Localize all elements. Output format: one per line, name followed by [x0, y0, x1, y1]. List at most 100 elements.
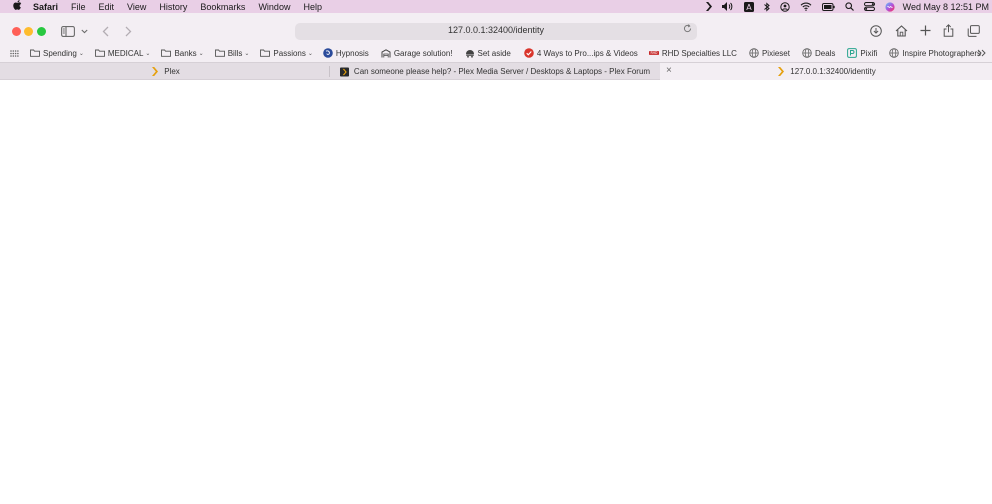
bookmark-4-ways[interactable]: 4 Ways to Pro...ips & Videos — [524, 48, 638, 58]
sidebar-menu-chevron-icon[interactable] — [80, 26, 88, 36]
close-tab-icon[interactable]: × — [666, 65, 672, 76]
forward-button-icon[interactable] — [123, 25, 133, 37]
chevron-down-icon: ⌄ — [78, 50, 84, 57]
menu-window[interactable]: Window — [258, 2, 290, 12]
tab-bar: Plex Can someone please help? - Plex Med… — [0, 62, 992, 80]
siri-icon[interactable] — [885, 0, 895, 13]
bookmark-label: Spending — [43, 48, 77, 58]
tab-overview-icon[interactable] — [966, 24, 980, 37]
bookmark-label: Passions — [273, 48, 306, 58]
garage-site-icon — [381, 48, 391, 58]
chevron-down-icon: ⌄ — [307, 50, 313, 57]
menu-bookmarks[interactable]: Bookmarks — [200, 2, 245, 12]
tab-title: Plex — [164, 67, 180, 76]
menu-history[interactable]: History — [159, 2, 187, 12]
bookmark-label: Garage solution! — [393, 48, 453, 58]
bookmark-label: Inspire Photographers — [902, 48, 982, 58]
spotlight-search-icon[interactable] — [844, 0, 854, 13]
bookmark-label: RHD Specialties LLC — [661, 48, 737, 58]
bluetooth-icon[interactable] — [763, 0, 770, 13]
folder-icon — [214, 48, 225, 58]
bookmark-folder-spending[interactable]: Spending ⌄ — [30, 48, 84, 58]
bookmark-folder-passions[interactable]: Passions ⌄ — [260, 48, 313, 58]
menu-file[interactable]: File — [71, 2, 86, 12]
set-aside-site-icon — [465, 48, 475, 58]
bookmark-folder-banks[interactable]: Banks ⌄ — [161, 48, 204, 58]
apple-menu-icon[interactable] — [11, 0, 23, 13]
bookmark-folder-medical[interactable]: MEDICAL ⌄ — [94, 48, 151, 58]
chevron-down-icon: ⌄ — [198, 50, 204, 57]
window-close-button[interactable] — [12, 27, 21, 36]
bookmark-label: Set aside — [477, 48, 511, 58]
svg-text:RHD: RHD — [650, 51, 658, 55]
web-content-area[interactable] — [0, 80, 992, 504]
apps-grid-icon[interactable] — [9, 48, 19, 58]
bookmark-label: Pixifi — [860, 48, 878, 58]
hypnosis-site-icon — [323, 48, 333, 58]
sidebar-toggle-icon[interactable] — [60, 25, 75, 37]
bookmark-label: MEDICAL — [107, 48, 144, 58]
plex-chevron-icon — [776, 67, 785, 77]
downloads-icon[interactable] — [869, 24, 882, 37]
tab-title: 127.0.0.1:32400/identity — [790, 67, 876, 76]
folder-icon — [30, 48, 40, 58]
bookmark-label: Hypnosis — [335, 48, 369, 58]
bookmark-set-aside[interactable]: Set aside — [465, 48, 511, 58]
bookmark-hypnosis[interactable]: Hypnosis — [323, 48, 369, 58]
tab-plex[interactable]: Plex — [0, 63, 330, 80]
new-tab-plus-icon[interactable] — [919, 24, 932, 37]
vpn-status-icon[interactable] — [779, 0, 790, 13]
plex-chevron-icon — [150, 67, 159, 77]
macos-menu-bar: Safari File Edit View History Bookmarks … — [0, 0, 992, 13]
bookmark-garage-solution[interactable]: Garage solution! — [381, 48, 453, 58]
bookmark-rhd-specialties[interactable]: RHD RHD Specialties LLC — [648, 48, 737, 58]
menubar-clock[interactable]: Wed May 8 12:51 PM — [903, 2, 989, 12]
tab-plex-forum[interactable]: Can someone please help? - Plex Media Se… — [330, 63, 660, 80]
more-bookmarks-chevron-icon[interactable] — [976, 48, 986, 58]
address-bar[interactable]: 127.0.0.1:32400/identity — [295, 23, 697, 40]
bookmark-folder-bills[interactable]: Bills ⌄ — [214, 48, 250, 58]
checkmark-site-icon — [524, 48, 534, 58]
globe-icon — [749, 48, 759, 58]
menu-view[interactable]: View — [127, 2, 146, 12]
bookmark-pixifi[interactable]: Pixifi — [847, 48, 877, 58]
bookmark-label: Pixieset — [761, 48, 790, 58]
chevron-down-icon: ⌄ — [244, 50, 250, 57]
window-zoom-button[interactable] — [37, 27, 46, 36]
wifi-icon[interactable] — [800, 0, 812, 13]
folder-icon — [161, 48, 172, 58]
globe-icon — [889, 48, 900, 58]
home-icon[interactable] — [894, 24, 908, 37]
battery-icon[interactable] — [821, 0, 835, 13]
tab-identity[interactable]: × 127.0.0.1:32400/identity — [660, 63, 992, 80]
plex-status-icon[interactable] — [705, 0, 712, 13]
pixifi-site-icon — [847, 48, 858, 58]
tab-title: Can someone please help? - Plex Media Se… — [353, 67, 651, 76]
input-source-icon[interactable]: A — [743, 0, 754, 13]
reload-icon[interactable] — [683, 24, 692, 36]
globe-icon — [802, 48, 812, 58]
folder-icon — [94, 48, 105, 58]
control-center-icon[interactable] — [863, 0, 875, 13]
bookmark-inspire-photographers[interactable]: Inspire Photographers — [889, 48, 981, 58]
status-area: A Wed May 8 12:51 PM — [696, 0, 992, 13]
svg-text:A: A — [746, 3, 752, 12]
plex-forum-icon — [339, 67, 349, 77]
bookmark-deals[interactable]: Deals — [802, 48, 835, 58]
share-icon[interactable] — [942, 23, 955, 37]
chevron-down-icon: ⌄ — [145, 50, 151, 57]
menu-edit[interactable]: Edit — [99, 2, 115, 12]
bookmark-label: Bills — [227, 48, 243, 58]
folder-icon — [260, 48, 271, 58]
back-button-icon[interactable] — [100, 25, 110, 37]
menu-safari[interactable]: Safari — [33, 2, 58, 12]
menu-help[interactable]: Help — [303, 2, 322, 12]
bookmark-label: Banks — [174, 48, 197, 58]
volume-icon[interactable] — [721, 0, 734, 13]
bookmark-label: Deals — [814, 48, 836, 58]
bookmark-pixieset[interactable]: Pixieset — [749, 48, 790, 58]
rhd-site-icon: RHD — [648, 48, 659, 58]
window-minimize-button[interactable] — [24, 27, 33, 36]
address-url[interactable]: 127.0.0.1:32400/identity — [295, 25, 697, 35]
bookmark-label: 4 Ways to Pro...ips & Videos — [536, 48, 638, 58]
